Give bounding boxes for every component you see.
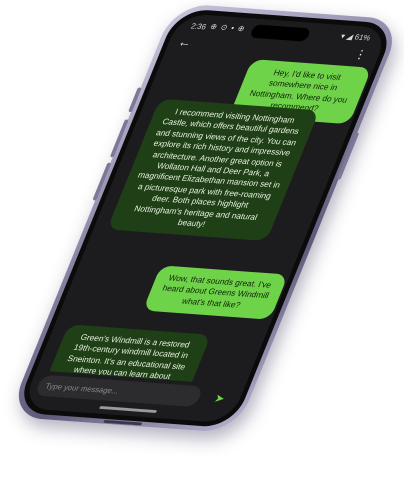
send-icon[interactable]: ➤ [205, 388, 234, 408]
back-arrow-icon[interactable]: ← [176, 34, 194, 49]
dynamic-island [249, 24, 312, 42]
phone: 2:36 ⊕ ⊙ ▪ ⊕ ▾ ◢ 61% ← ⋮ Hey, I'd like t… [7, 3, 404, 434]
notification-icons: ⊕ ⊙ ▪ ⊕ [208, 22, 248, 34]
more-options-icon[interactable]: ⋮ [352, 47, 370, 61]
battery-indicator: ▾ ◢ 61% [339, 31, 372, 43]
user-message: Wow, that sounds great. I've heard about… [142, 265, 289, 320]
stage: 2:36 ⊕ ⊙ ▪ ⊕ ▾ ◢ 61% ← ⋮ Hey, I'd like t… [0, 0, 404, 500]
phone-screen: 2:36 ⊕ ⊙ ▪ ⊕ ▾ ◢ 61% ← ⋮ Hey, I'd like t… [21, 13, 390, 424]
status-time: 2:36 [189, 21, 208, 32]
assistant-message: I recommend visiting Nottingham Castle, … [106, 98, 320, 242]
